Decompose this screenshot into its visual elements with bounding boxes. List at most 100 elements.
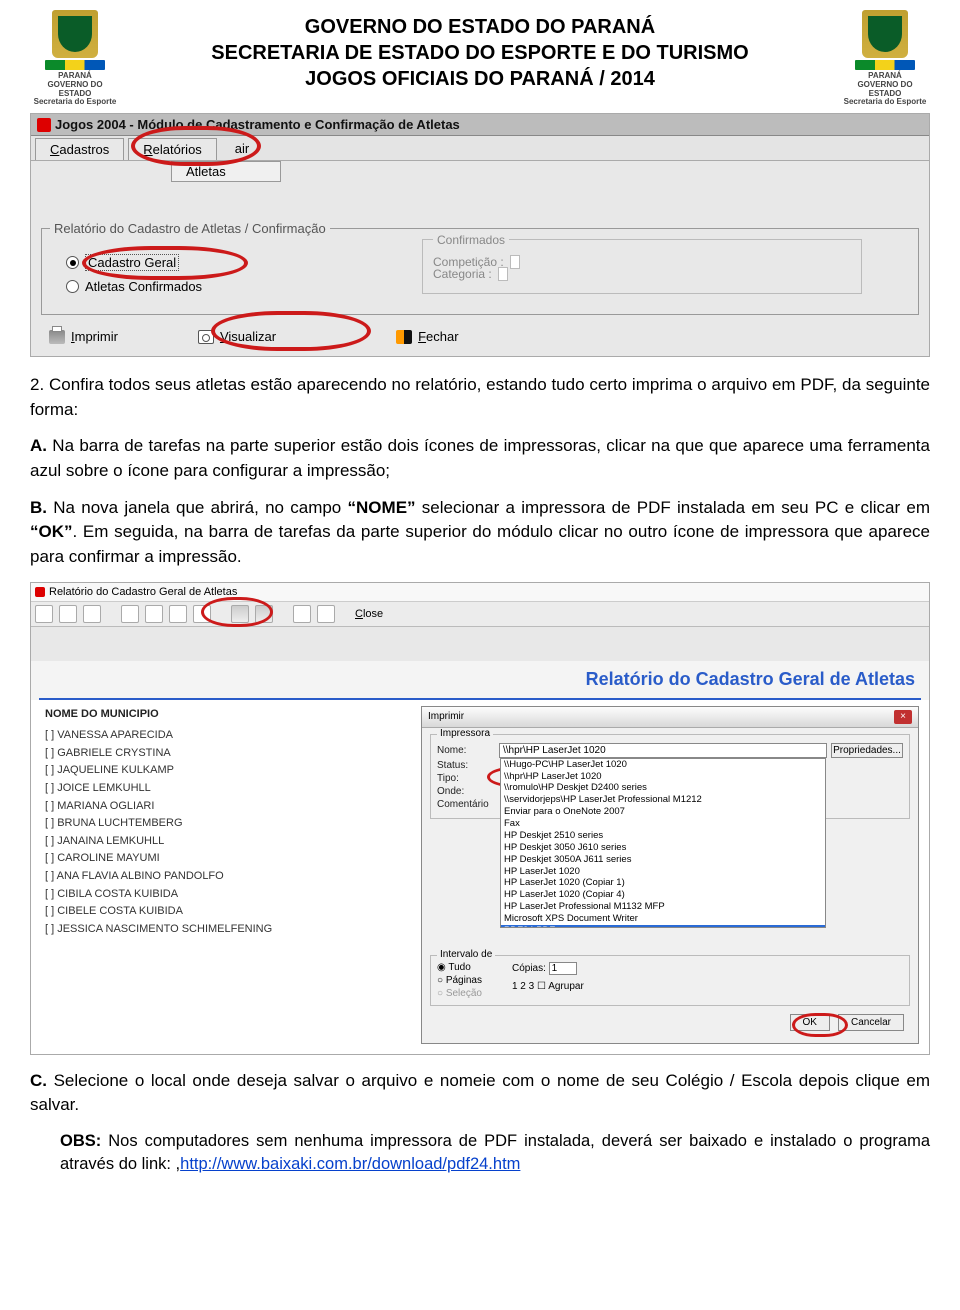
athlete-list-header: NOME DO MUNICIPIO	[45, 706, 411, 724]
printer-option[interactable]: HP LaserJet Professional M1132 MFP	[501, 901, 825, 913]
header-line2: SECRETARIA DE ESTADO DO ESPORTE E DO TUR…	[120, 40, 840, 66]
label-copias: Cópias:	[512, 963, 546, 974]
printer-option[interactable]: HP Deskjet 3050A J611 series	[501, 854, 825, 866]
open-icon[interactable]	[317, 605, 335, 623]
properties-button[interactable]: Propriedades...	[831, 743, 903, 758]
athlete-row: [ ] JAQUELINE KULKAMP	[45, 762, 411, 780]
obs-label: OBS:	[60, 1132, 101, 1150]
printer-option[interactable]: PDF24 PDF	[501, 925, 825, 928]
ok-button[interactable]: OK	[790, 1014, 830, 1031]
crest-sub2: Secretaria do Esporte	[34, 98, 117, 107]
app-icon	[35, 587, 45, 597]
para-b-bold2: “OK”	[30, 522, 73, 541]
report-toolbar: Close	[31, 602, 929, 627]
label-a: A.	[30, 436, 47, 455]
menu-cadastros[interactable]: Cadastros	[35, 138, 124, 160]
menu-relatorios[interactable]: Relatórios	[128, 138, 217, 160]
crest-icon	[52, 10, 98, 58]
printer-option[interactable]: \\servidorjeps\HP LaserJet Professional …	[501, 794, 825, 806]
close-dialog-button[interactable]: ×	[894, 710, 912, 724]
crest-sub2: Secretaria do Esporte	[844, 98, 927, 107]
printer-option[interactable]: HP LaserJet 1020	[501, 866, 825, 878]
printer-select-value: \\hpr\HP LaserJet 1020	[503, 745, 606, 756]
nav-prev-icon[interactable]	[145, 605, 163, 623]
printer-select[interactable]: \\hpr\HP LaserJet 1020 \\Hugo-PC\HP Lase…	[499, 743, 827, 758]
input-categoria[interactable]	[498, 267, 508, 281]
paragraph-c: C. Selecione o local onde deseja salvar …	[30, 1069, 930, 1118]
toolbar-icon[interactable]	[35, 605, 53, 623]
save-icon[interactable]	[293, 605, 311, 623]
group-confirmados: Confirmados Competição : Categoria :	[422, 239, 862, 294]
radio-cadastro-geral[interactable]	[66, 256, 79, 269]
label-tipo: Tipo:	[437, 773, 495, 784]
visualizar-button[interactable]: Visualizar	[198, 329, 276, 344]
copies-input[interactable]: 1	[549, 962, 577, 975]
printer-option[interactable]: HP Deskjet 2510 series	[501, 830, 825, 842]
printer-option[interactable]: Fax	[501, 818, 825, 830]
paragraph-b: B. Na nova janela que abrirá, no campo “…	[30, 496, 930, 570]
report-window-title: Relatório do Cadastro Geral de Atletas	[49, 586, 237, 598]
cancel-button[interactable]: Cancelar	[838, 1014, 904, 1031]
window-title: Jogos 2004 - Módulo de Cadastramento e C…	[55, 117, 460, 132]
screenshot-cadastro-module: Jogos 2004 - Módulo de Cadastramento e C…	[30, 113, 930, 357]
preview-icon	[198, 330, 214, 344]
report-window-titlebar: Relatório do Cadastro Geral de Atletas	[31, 583, 929, 602]
printer-option[interactable]: Enviar para o OneNote 2007	[501, 806, 825, 818]
radio-atletas-confirmados[interactable]	[66, 280, 79, 293]
printer-dropdown-list[interactable]: \\Hugo-PC\HP LaserJet 1020\\hpr\HP Laser…	[500, 758, 826, 928]
athlete-row: [ ] ANA FLAVIA ALBINO PANDOLFO	[45, 868, 411, 886]
toolbar-icon[interactable]	[83, 605, 101, 623]
crest-flag-icon	[855, 60, 915, 70]
label-nome: Nome:	[437, 745, 495, 756]
printer-option[interactable]: \\hpr\HP LaserJet 1020	[501, 771, 825, 783]
label-categoria: Categoria :	[433, 267, 492, 281]
paragraph-a: A. Na barra de tarefas na parte superior…	[30, 434, 930, 483]
printer-option[interactable]: \\Hugo-PC\HP LaserJet 1020	[501, 759, 825, 771]
fechar-button[interactable]: Fechar	[396, 329, 458, 344]
radio-paginas[interactable]: ○ Páginas	[437, 975, 482, 986]
printer-option[interactable]: HP Deskjet 3050 J610 series	[501, 842, 825, 854]
printer-icon[interactable]	[255, 605, 273, 623]
para-b-mid2: . Em seguida, na barra de tarefas da par…	[30, 522, 930, 566]
printer-option[interactable]: HP LaserJet 1020 (Copiar 1)	[501, 877, 825, 889]
crest-left: PARANÁ GOVERNO DO ESTADO Secretaria do E…	[30, 10, 120, 107]
radio-atletas-confirmados-label: Atletas Confirmados	[85, 279, 202, 294]
menu-bar: Cadastros Relatórios air	[31, 136, 929, 161]
fechar-label: echar	[426, 329, 459, 344]
athlete-list: NOME DO MUNICIPIO [ ] VANESSA APARECIDA[…	[41, 706, 411, 939]
athlete-row: [ ] JESSICA NASCIMENTO SCHIMELFENING	[45, 921, 411, 939]
printer-option[interactable]: \\romulo\HP Deskjet D2400 series	[501, 782, 825, 794]
radio-selecao[interactable]: ○ Seleção	[437, 988, 482, 999]
para-b-pre: Na nova janela que abrirá, no campo	[53, 498, 347, 517]
label-status: Status:	[437, 760, 495, 771]
window-titlebar: Jogos 2004 - Módulo de Cadastramento e C…	[31, 114, 929, 136]
print-dialog: Imprimir × Impressora Nome: \\hpr\HP Las…	[421, 706, 919, 1044]
printer-option[interactable]: HP LaserJet 1020 (Copiar 4)	[501, 889, 825, 901]
close-button[interactable]: Close	[355, 608, 383, 620]
printer-option[interactable]: Microsoft XPS Document Writer	[501, 913, 825, 925]
toolbar-icon[interactable]	[59, 605, 77, 623]
group-confirmados-title: Confirmados	[433, 233, 509, 247]
crest-sub1: GOVERNO DO ESTADO	[840, 81, 930, 99]
menu-sair[interactable]: air	[221, 138, 263, 160]
label-c: C.	[30, 1071, 47, 1090]
app-icon	[37, 118, 51, 132]
printer-group: Impressora Nome: \\hpr\HP LaserJet 1020 …	[430, 734, 910, 819]
athlete-row: [ ] GABRIELE CRYSTINA	[45, 745, 411, 763]
input-competicao[interactable]	[510, 255, 520, 269]
para-b-bold1: “NOME”	[348, 498, 416, 517]
printer-group-title: Impressora	[437, 728, 493, 739]
nav-last-icon[interactable]	[193, 605, 211, 623]
printer-setup-icon[interactable]	[231, 605, 249, 623]
screenshot-report-preview: Relatório do Cadastro Geral de Atletas C…	[30, 582, 930, 1055]
header-line3: JOGOS OFICIAIS DO PARANÁ / 2014	[120, 66, 840, 92]
crest-right: PARANÁ GOVERNO DO ESTADO Secretaria do E…	[840, 10, 930, 107]
nav-next-icon[interactable]	[169, 605, 187, 623]
athlete-row: [ ] JOICE LEMKUHLL	[45, 780, 411, 798]
download-link[interactable]: http://www.baixaki.com.br/download/pdf24…	[180, 1155, 520, 1173]
imprimir-button[interactable]: Imprimir	[49, 329, 118, 344]
radio-tudo[interactable]: ◉ Tudo	[437, 962, 482, 973]
menu-dropdown-atletas[interactable]: Atletas	[171, 161, 281, 182]
nav-first-icon[interactable]	[121, 605, 139, 623]
paragraph-c-text: Selecione o local onde deseja salvar o a…	[30, 1071, 930, 1115]
